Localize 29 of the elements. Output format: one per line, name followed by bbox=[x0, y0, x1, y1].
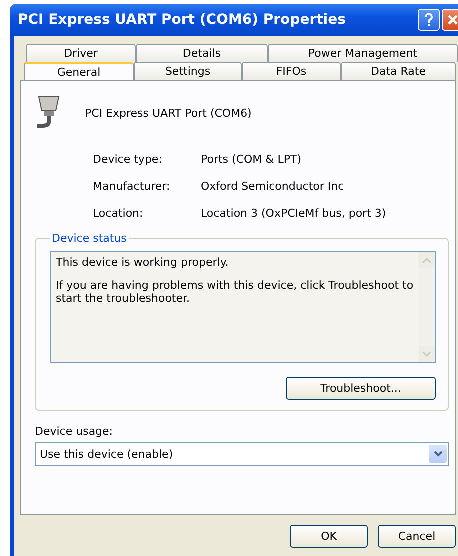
scrollbar[interactable] bbox=[419, 252, 435, 362]
status-message: This device is working properly. bbox=[56, 256, 230, 269]
help-button[interactable] bbox=[418, 9, 440, 31]
group-legend: Device status bbox=[50, 232, 129, 245]
tab[interactable]: Details bbox=[136, 44, 268, 62]
device-name: PCI Express UART Port (COM6) bbox=[85, 106, 252, 120]
usage-dropdown[interactable]: Use this device (enable) bbox=[35, 442, 449, 466]
tab[interactable]: Data Rate bbox=[341, 62, 456, 80]
tab[interactable]: Driver bbox=[26, 44, 136, 62]
question-mark-icon bbox=[424, 13, 434, 27]
tab[interactable]: Settings bbox=[134, 62, 242, 80]
property-value: Location 3 (OxPCIeMf bus, port 3) bbox=[201, 207, 388, 220]
close-button[interactable] bbox=[442, 9, 458, 31]
window-title: PCI Express UART Port (COM6) Properties bbox=[18, 12, 346, 28]
close-icon bbox=[447, 14, 458, 26]
property-value: Oxford Semiconductor Inc bbox=[201, 180, 346, 193]
status-message: If you are having problems with this device, click Troubleshoot to start the troubleshooter. bbox=[56, 279, 414, 305]
property-label: Device type: bbox=[93, 153, 164, 166]
tab[interactable]: General bbox=[24, 62, 134, 80]
chevron-down-icon bbox=[434, 451, 442, 457]
troubleshoot-button[interactable]: Troubleshoot... bbox=[286, 377, 436, 400]
tab[interactable]: FIFOs bbox=[242, 62, 341, 80]
dialog-button[interactable]: OK bbox=[290, 525, 368, 548]
usage-label: Device usage: bbox=[35, 425, 114, 438]
dialog-button[interactable]: Cancel bbox=[378, 525, 456, 548]
property-label: Location: bbox=[93, 207, 144, 220]
property-label: Manufacturer: bbox=[93, 180, 172, 193]
tab[interactable]: Power Management bbox=[268, 44, 458, 62]
property-value: Ports (COM & LPT) bbox=[201, 153, 302, 166]
